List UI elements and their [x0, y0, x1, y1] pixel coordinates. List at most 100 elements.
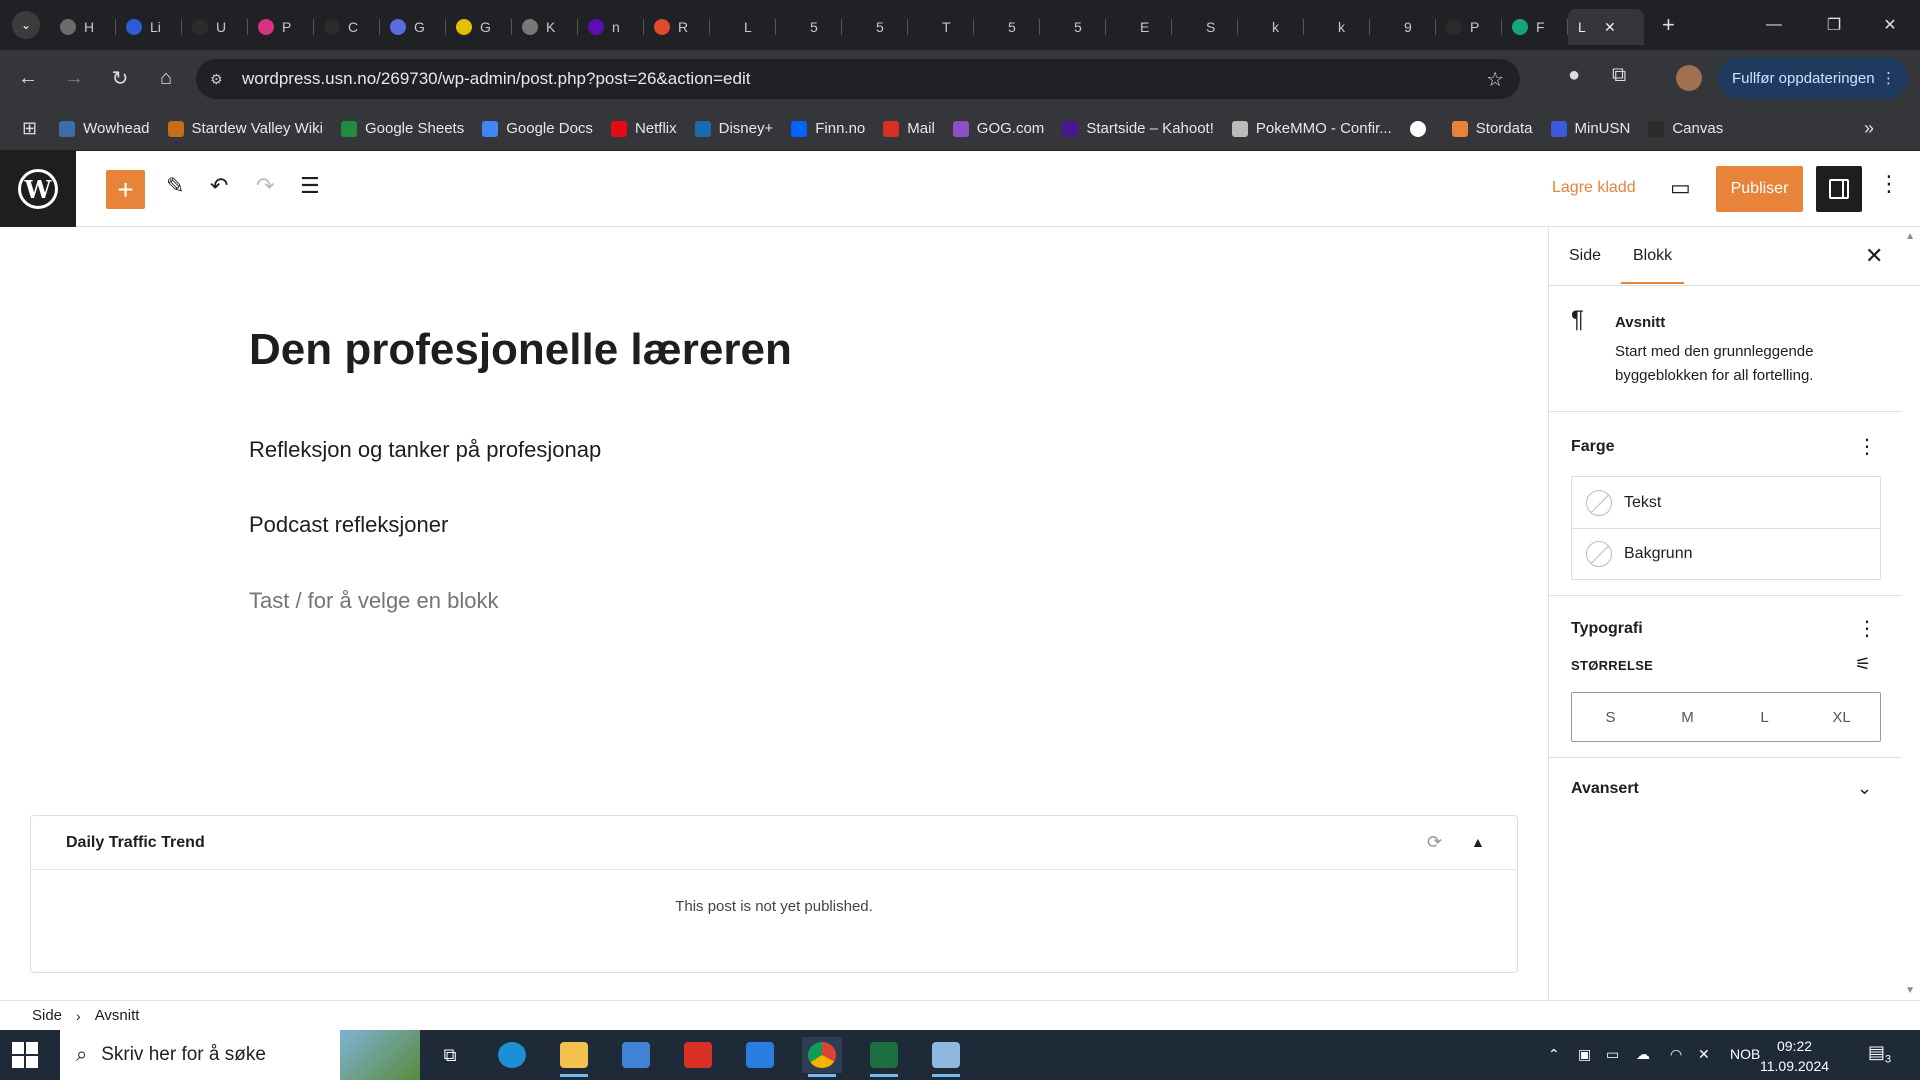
browser-tab[interactable]: K [512, 9, 578, 45]
scroll-down-icon[interactable]: ▼ [1905, 985, 1915, 996]
extension-icon[interactable]: ● [1568, 64, 1580, 87]
browser-tab[interactable]: T [908, 9, 974, 45]
options-menu-icon[interactable]: ⋮ [1878, 171, 1900, 197]
close-tab-icon[interactable]: ✕ [1604, 19, 1616, 36]
browser-tab[interactable]: R [644, 9, 710, 45]
update-button[interactable]: Fullfør oppdateringen ⋮ [1718, 57, 1908, 99]
background-color-option[interactable]: Bakgrunn [1572, 528, 1880, 579]
breadcrumb-current[interactable]: Avsnitt [95, 1007, 140, 1024]
typography-options-icon[interactable]: ⋮ [1857, 616, 1877, 641]
mail-icon[interactable] [740, 1037, 780, 1073]
device-icon[interactable]: ▣ [1578, 1046, 1591, 1063]
wifi-icon[interactable]: ◠ [1670, 1046, 1682, 1063]
undo-icon[interactable]: ↶ [210, 173, 228, 199]
close-window-icon[interactable]: ✕ [1860, 0, 1920, 50]
breadcrumb-root[interactable]: Side [32, 1007, 62, 1024]
size-option-s[interactable]: S [1572, 693, 1649, 741]
list-view-icon[interactable]: ☰ [300, 173, 320, 199]
advanced-panel[interactable]: Avansert ⌄ [1549, 758, 1901, 820]
size-option-xl[interactable]: XL [1803, 693, 1880, 741]
task-view-icon[interactable]: ⧉ [430, 1037, 470, 1073]
tab-block[interactable]: Blokk [1621, 247, 1685, 284]
custom-size-icon[interactable]: ⚟ [1855, 654, 1871, 675]
bookmark-item[interactable]: Mail [883, 120, 935, 137]
settings-toggle-button[interactable] [1816, 166, 1862, 212]
bookmark-item[interactable]: Disney+ [694, 120, 773, 137]
gift-app-icon[interactable] [678, 1037, 718, 1073]
redo-icon[interactable]: ↷ [256, 173, 274, 199]
bookmark-item[interactable]: Google Sheets [340, 120, 464, 137]
bookmark-item[interactable]: Stardew Valley Wiki [167, 120, 323, 137]
store-icon[interactable] [616, 1037, 656, 1073]
pencil-icon[interactable]: ✎ [166, 173, 184, 199]
browser-tab[interactable]: k [1238, 9, 1304, 45]
tab-page[interactable]: Side [1569, 247, 1601, 265]
close-icon[interactable]: ✕ [1865, 243, 1883, 269]
cloud-icon[interactable]: ☁ [1636, 1046, 1650, 1063]
browser-tab[interactable]: n [578, 9, 644, 45]
address-bar[interactable]: ⚙ wordpress.usn.no/269730/wp-admin/post.… [196, 59, 1520, 99]
browser-tab[interactable]: G [446, 9, 512, 45]
bookmark-item[interactable] [1409, 120, 1434, 137]
browser-tab[interactable]: P [248, 9, 314, 45]
file-explorer-icon[interactable] [554, 1037, 594, 1077]
new-tab-button[interactable]: + [1662, 12, 1675, 38]
color-options-icon[interactable]: ⋮ [1857, 434, 1877, 459]
browser-tab[interactable]: E [1106, 9, 1172, 45]
browser-tab[interactable]: F [1502, 9, 1568, 45]
volume-muted-icon[interactable]: ✕ [1698, 1046, 1710, 1063]
paragraph-block[interactable]: Podcast refleksjoner [249, 512, 448, 538]
post-title[interactable]: Den profesjonelle læreren [249, 325, 792, 375]
wordpress-logo[interactable]: W [0, 151, 76, 227]
browser-tab[interactable]: Li [116, 9, 182, 45]
paragraph-block[interactable]: Refleksjon og tanker på profesjonap [249, 437, 601, 463]
bookmark-item[interactable]: PokeMMO - Confir... [1231, 120, 1392, 137]
collapse-up-icon[interactable]: ▲ [1471, 834, 1485, 850]
browser-tab[interactable]: P [1436, 9, 1502, 45]
browser-tab[interactable]: 5 [1040, 9, 1106, 45]
bookmark-item[interactable]: Stordata [1451, 120, 1533, 137]
windows-start-icon[interactable] [12, 1042, 38, 1068]
bookmark-item[interactable]: Canvas [1648, 120, 1723, 137]
save-draft-button[interactable]: Lagre kladd [1552, 179, 1636, 197]
forward-icon[interactable]: → [56, 61, 92, 97]
sidebar-scrollbar[interactable]: ▲ ▼ [1900, 227, 1920, 1000]
publish-button[interactable]: Publiser [1716, 166, 1803, 212]
bookmark-item[interactable]: GOG.com [952, 120, 1044, 137]
avatar[interactable] [1676, 65, 1702, 91]
taskbar-search[interactable]: ⌕ Skriv her for å søke [60, 1030, 420, 1080]
block-inserter-button[interactable]: + [106, 170, 145, 209]
reload-icon[interactable]: ↻ [102, 61, 138, 97]
browser-tab[interactable]: 5 [842, 9, 908, 45]
notification-center-icon[interactable]: ▤3 [1868, 1042, 1891, 1066]
browser-tab[interactable]: U [182, 9, 248, 45]
maximize-icon[interactable]: ❐ [1804, 0, 1864, 50]
site-info-icon[interactable]: ⚙ [210, 71, 236, 88]
browser-tab[interactable]: k [1304, 9, 1370, 45]
battery-icon[interactable]: ▭ [1606, 1046, 1619, 1063]
active-browser-tab[interactable]: L ✕ [1568, 9, 1644, 45]
browser-tab[interactable]: L [710, 9, 776, 45]
bookmark-item[interactable]: Google Docs [482, 120, 593, 137]
empty-block-placeholder[interactable]: Tast / for å velge en blokk [249, 588, 498, 614]
text-color-option[interactable]: Tekst [1572, 477, 1880, 528]
tab-search-button[interactable]: ⌄ [12, 11, 40, 39]
bookmark-item[interactable]: Startside – Kahoot! [1062, 120, 1214, 137]
bookmark-item[interactable]: Wowhead [59, 120, 150, 137]
excel-icon[interactable] [864, 1037, 904, 1077]
chevron-up-icon[interactable]: ⌃ [1548, 1046, 1560, 1063]
preview-icon[interactable]: ▭ [1670, 175, 1691, 201]
browser-tab[interactable]: G [380, 9, 446, 45]
bookmark-item[interactable]: Netflix [610, 120, 677, 137]
back-icon[interactable]: ← [10, 61, 46, 97]
bookmark-item[interactable]: Finn.no [791, 120, 865, 137]
size-option-l[interactable]: L [1726, 693, 1803, 741]
browser-tab[interactable]: C [314, 9, 380, 45]
language-indicator[interactable]: NOB [1730, 1046, 1760, 1062]
minimize-icon[interactable]: — [1744, 0, 1804, 50]
browser-tab[interactable]: 9 [1370, 9, 1436, 45]
bookmark-item[interactable]: MinUSN [1550, 120, 1630, 137]
size-option-m[interactable]: M [1649, 693, 1726, 741]
chevron-right-icon[interactable]: » [1864, 118, 1874, 139]
clock[interactable]: 09:22 11.09.2024 [1760, 1036, 1829, 1076]
